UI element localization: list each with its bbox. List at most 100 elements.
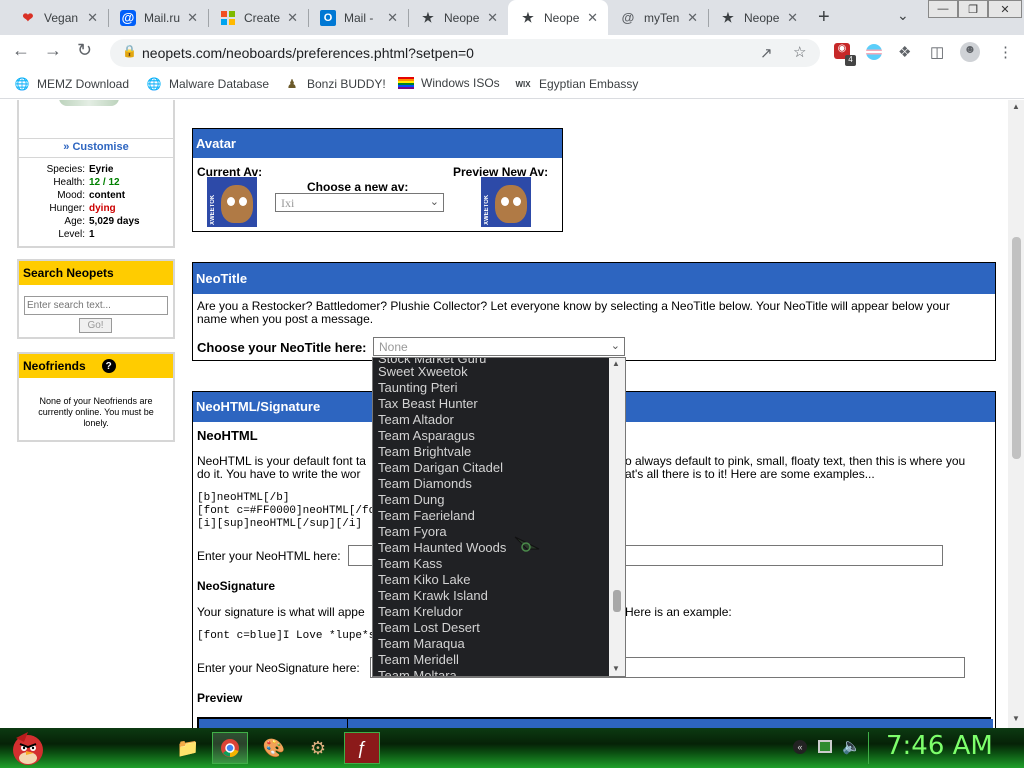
tab-search-icon[interactable]: ⌄ [897, 7, 909, 24]
close-icon[interactable]: ✕ [787, 10, 798, 26]
dropdown-option[interactable]: Team Haunted Woods [378, 540, 506, 555]
scroll-down-icon[interactable]: ▼ [1012, 714, 1020, 723]
flash-app-icon[interactable]: ƒ [344, 732, 380, 764]
close-icon[interactable]: ✕ [487, 10, 498, 26]
close-icon[interactable]: ✕ [687, 10, 698, 26]
globe-icon: 🌐 [14, 77, 30, 91]
avatar-select-value: Ixi [281, 196, 295, 210]
dropdown-option[interactable]: Tax Beast Hunter [378, 396, 478, 411]
url-text[interactable]: neopets.com/neoboards/preferences.phtml?… [142, 45, 474, 61]
volume-icon[interactable]: 🔈 [842, 737, 861, 755]
start-button-angry-bird-icon[interactable] [6, 728, 50, 768]
help-icon[interactable]: ? [101, 359, 116, 373]
rainbow-flag-icon [398, 77, 414, 89]
neotitle-select[interactable]: None ⌄ [373, 337, 625, 356]
close-icon[interactable]: ✕ [587, 10, 598, 26]
dropdown-option[interactable]: Team Maraqua [378, 636, 465, 651]
close-icon[interactable]: ✕ [287, 10, 298, 26]
dropdown-option[interactable]: Team Meridell [378, 652, 459, 667]
bookmark-malware-db[interactable]: 🌐 Malware Database [146, 76, 270, 92]
tab-vegan[interactable]: ❤ Vegan ✕ [8, 0, 108, 35]
dropdown-option[interactable]: Team Krawk Island [378, 588, 488, 603]
dropdown-scroll-thumb[interactable] [613, 590, 621, 612]
reload-icon[interactable]: ↻ [77, 40, 92, 61]
tab-neopets-active[interactable]: ★ Neope ✕ [508, 0, 608, 35]
neosignature-example: [font c=blue]I Love *lupe*s!! [197, 630, 389, 642]
preview-box [197, 717, 993, 728]
dropdown-option[interactable]: Team Kiko Lake [378, 572, 471, 587]
new-tab-button[interactable]: + [818, 6, 830, 29]
app-icon[interactable]: ⚙ [300, 732, 336, 764]
menu-kebab-icon[interactable]: ⋮ [998, 43, 1013, 61]
dropdown-option[interactable]: Team Dung [378, 492, 444, 507]
globe-icon: 🌐 [146, 77, 162, 91]
dropdown-option[interactable]: Team Faerieland [378, 508, 475, 523]
close-icon[interactable]: ✕ [87, 10, 98, 26]
at-icon: @ [621, 10, 635, 25]
search-input[interactable] [24, 296, 168, 315]
tray-arrow-icon[interactable]: « [793, 740, 807, 754]
bookmark-label: Egyptian Embassy [539, 77, 639, 91]
chrome-icon[interactable] [212, 732, 248, 764]
paint-app-icon[interactable]: 🎨 [256, 732, 292, 764]
dropdown-option[interactable]: Team Diamonds [378, 476, 472, 491]
file-explorer-icon[interactable]: 📁 [170, 732, 206, 764]
scroll-down-icon[interactable]: ▼ [612, 664, 620, 673]
dropdown-option[interactable]: Team Asparagus [378, 428, 475, 443]
restore-button[interactable]: ❐ [958, 0, 988, 18]
share-icon[interactable]: ↗ [760, 44, 773, 62]
avatar-select[interactable]: Ixi ⌄ [275, 193, 444, 212]
side-panel-icon[interactable]: ◫ [930, 43, 944, 61]
neohtml-example: [b]neoHTML[/b] [197, 492, 290, 504]
customise-link[interactable]: » Customise [19, 141, 173, 153]
current-avatar-image: XWEETOK [207, 177, 257, 227]
neotitle-dropdown-list[interactable]: Stock Market Guru Sweet Xweetok Taunting… [372, 357, 626, 677]
scroll-up-icon[interactable]: ▲ [1012, 102, 1020, 111]
neohtml-desc-right2: at's all there is to it! Here are some e… [625, 467, 875, 481]
tab-myten[interactable]: @ myTen ✕ [608, 0, 708, 35]
dropdown-option[interactable]: Team Darigan Citadel [378, 460, 503, 475]
tab-neopets-1[interactable]: ★ Neope ✕ [408, 0, 508, 35]
address-bar[interactable]: 🔒 neopets.com/neoboards/preferences.phtm… [110, 39, 820, 67]
extension-flag-icon[interactable] [866, 44, 882, 60]
bookmark-label: MEMZ Download [37, 77, 130, 91]
profile-avatar-icon[interactable]: ☻ [960, 42, 980, 62]
dropdown-scrollbar[interactable]: ▲ ▼ [609, 358, 625, 676]
back-icon[interactable]: ← [12, 40, 30, 61]
mouse-cursor-icon [514, 536, 540, 552]
bookmark-memz[interactable]: 🌐 MEMZ Download [14, 76, 130, 92]
tab-mail[interactable]: O Mail - ✕ [308, 0, 408, 35]
minimize-button[interactable]: — [928, 0, 958, 18]
dropdown-option[interactable]: Team Moltara [378, 668, 457, 676]
close-icon[interactable]: ✕ [387, 10, 398, 26]
bookmark-bonzi[interactable]: ♟ Bonzi BUDDY! [284, 76, 386, 92]
bookmark-star-icon[interactable]: ☆ [793, 43, 806, 61]
network-icon[interactable] [818, 740, 832, 753]
dropdown-option[interactable]: Sweet Xweetok [378, 364, 468, 379]
dropdown-option[interactable]: Team Altador [378, 412, 454, 427]
tab-neopets-3[interactable]: ★ Neope ✕ [708, 0, 808, 35]
dropdown-option[interactable]: Team Fyora [378, 524, 447, 539]
close-icon[interactable]: ✕ [187, 10, 198, 26]
go-button[interactable]: Go! [79, 318, 112, 333]
taskbar-clock[interactable]: 7:46 AM [886, 731, 993, 761]
bookmark-label: Windows ISOs [421, 76, 500, 90]
neofriends-text: None of your Neofriends are currently on… [38, 396, 154, 428]
tab-mailru[interactable]: @ Mail.ru ✕ [108, 0, 208, 35]
preview-avatar-image: XWEETOK [481, 177, 531, 227]
dropdown-option[interactable]: Taunting Pteri [378, 380, 458, 395]
tab-create[interactable]: Create ✕ [208, 0, 308, 35]
lock-icon[interactable]: 🔒 [122, 44, 137, 58]
scroll-up-icon[interactable]: ▲ [612, 359, 620, 368]
heart-icon: ❤ [22, 9, 34, 25]
extensions-puzzle-icon[interactable]: ❖ [898, 43, 911, 61]
dropdown-option[interactable]: Team Kreludor [378, 604, 463, 619]
dropdown-option[interactable]: Team Lost Desert [378, 620, 480, 635]
dropdown-option[interactable]: Team Kass [378, 556, 442, 571]
bookmark-windows-isos[interactable]: Windows ISOs [398, 76, 500, 90]
close-window-button[interactable]: ✕ [988, 0, 1022, 18]
page-scroll-thumb[interactable] [1012, 237, 1021, 459]
forward-icon[interactable]: → [44, 40, 62, 61]
bookmark-egyptian-embassy[interactable]: WIX Egyptian Embassy [514, 76, 638, 92]
dropdown-option[interactable]: Team Brightvale [378, 444, 471, 459]
